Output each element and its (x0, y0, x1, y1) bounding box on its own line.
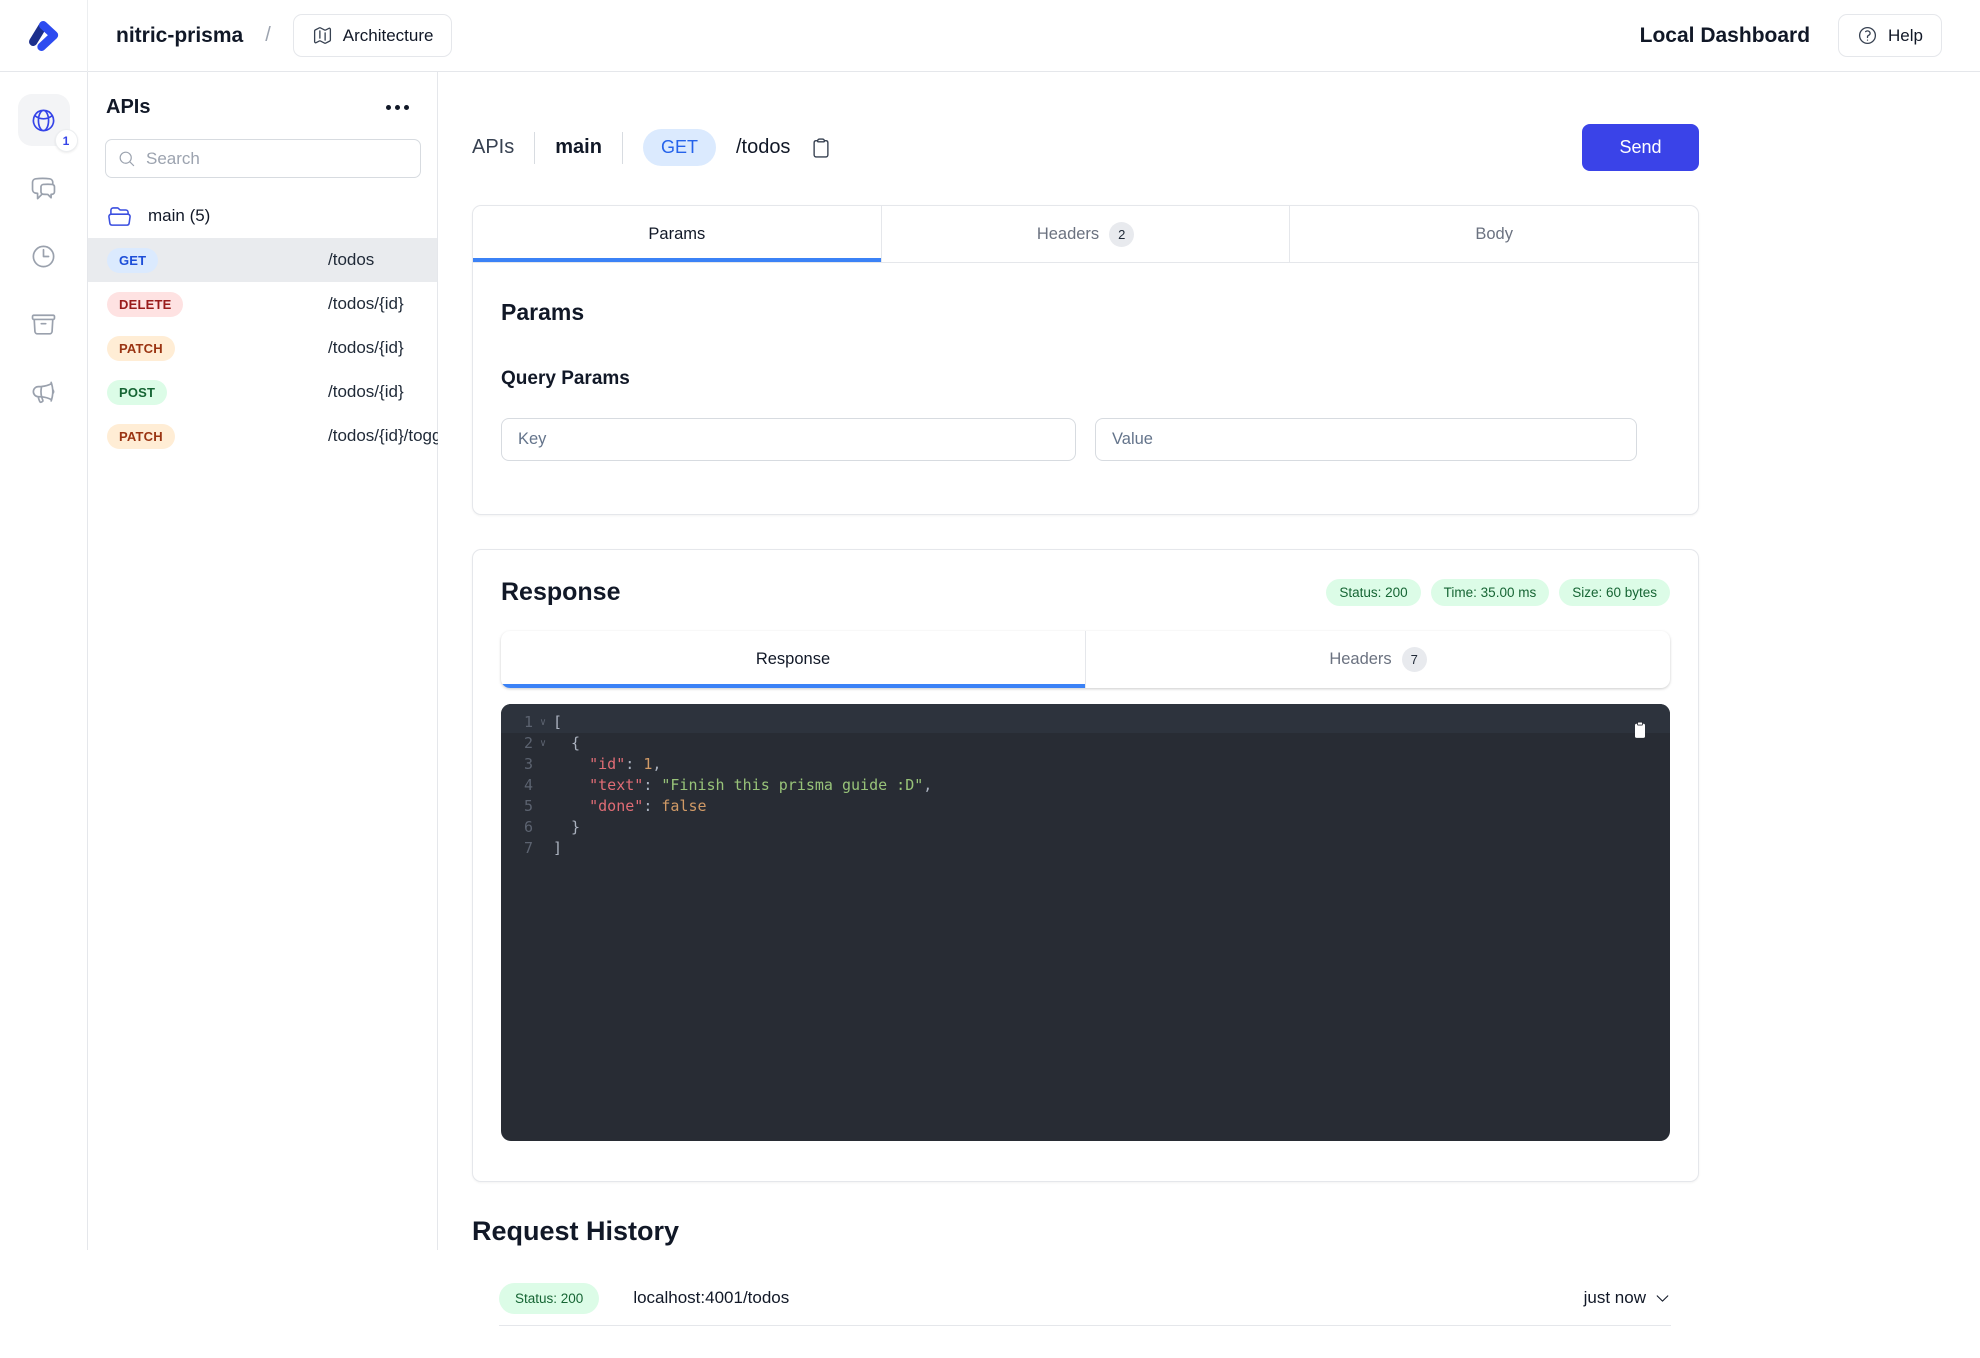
help-button[interactable]: Help (1838, 14, 1942, 57)
request-tabs: Params Headers 2 Body (473, 206, 1698, 263)
tab-label: Headers (1037, 225, 1099, 244)
rail-item-websockets[interactable] (18, 162, 70, 214)
endpoint-row[interactable]: POST /todos/{id} (88, 370, 437, 414)
apis-count-badge: 1 (55, 129, 78, 152)
chat-bubbles-icon (30, 175, 57, 202)
panel-menu-button[interactable] (380, 99, 415, 116)
apis-panel: APIs main (5) GET /todos DELETE /todos/{… (88, 72, 438, 1250)
response-code-block: 1∨[2∨ {3 "id": 1,4 "text": "Finish this … (501, 704, 1670, 1141)
request-history-heading: Request History (472, 1216, 1699, 1247)
rail-item-schedules[interactable] (18, 230, 70, 282)
status-badge: Time: 35.00 ms (1431, 579, 1550, 606)
endpoint-list: GET /todos DELETE /todos/{id} PATCH /tod… (88, 238, 437, 458)
search-icon (117, 149, 136, 168)
endpoint-row[interactable]: PATCH /todos/{id} (88, 326, 437, 370)
query-key-input[interactable] (501, 418, 1076, 461)
query-params-heading: Query Params (501, 368, 1670, 390)
send-button[interactable]: Send (1582, 124, 1699, 171)
megaphone-icon (30, 379, 57, 406)
status-badge: Status: 200 (1326, 579, 1420, 606)
endpoint-row[interactable]: GET /todos (88, 238, 437, 282)
chevron-down-icon (1654, 1290, 1671, 1307)
history-url: localhost:4001/todos (633, 1288, 1583, 1308)
endpoint-path: /todos/{id}/toggle (328, 426, 455, 446)
response-code: 1∨[2∨ {3 "id": 1,4 "text": "Finish this … (501, 704, 1670, 867)
history-row[interactable]: Status: 200 localhost:4001/todos just no… (499, 1271, 1671, 1326)
archive-box-icon (30, 311, 57, 338)
tab-label: Body (1475, 225, 1513, 244)
request-tab[interactable]: Params (473, 206, 881, 262)
folder-label: main (5) (148, 206, 210, 226)
top-bar: nitric-prisma / Architecture Local Dashb… (0, 0, 1980, 72)
copy-path-button[interactable] (810, 137, 832, 159)
architecture-button[interactable]: Architecture (293, 14, 453, 57)
request-card: Params Headers 2 Body Params Query Param… (472, 205, 1699, 515)
request-path: /todos (736, 136, 790, 159)
endpoint-row[interactable]: PATCH /todos/{id}/toggle (88, 414, 437, 458)
breadcrumb-separator: / (265, 24, 271, 47)
history-time[interactable]: just now (1584, 1288, 1671, 1308)
response-tabs: Response Headers 7 (501, 631, 1670, 688)
main-content: APIs main GET /todos Send Params Hea (438, 72, 1980, 1358)
status-badge: Size: 60 bytes (1559, 579, 1670, 606)
panel-title: APIs (106, 96, 150, 119)
dashboard-title: Local Dashboard (1640, 24, 1810, 48)
rail-item-storage[interactable] (18, 298, 70, 350)
endpoint-row[interactable]: DELETE /todos/{id} (88, 282, 437, 326)
search-input[interactable] (105, 139, 421, 178)
endpoint-path: /todos/{id} (328, 382, 404, 402)
project-name: nitric-prisma (116, 24, 243, 48)
breadcrumb-api: main (555, 136, 602, 159)
breadcrumb-root: APIs (472, 136, 514, 159)
response-card: Response Status: 200 Time: 35.00 ms Size: … (472, 549, 1699, 1182)
icon-rail: 1 (0, 72, 88, 1250)
query-value-input[interactable] (1095, 418, 1637, 461)
request-tab[interactable]: Headers 2 (881, 206, 1290, 262)
architecture-button-label: Architecture (343, 26, 434, 46)
response-status-badges: Status: 200 Time: 35.00 ms Size: 60 bytes (1326, 579, 1670, 606)
method-badge: DELETE (107, 292, 183, 317)
response-tab[interactable]: Headers 7 (1085, 631, 1670, 688)
method-badge: PATCH (107, 424, 175, 449)
tab-label: Response (756, 650, 830, 669)
ellipsis-icon (386, 105, 391, 110)
help-button-label: Help (1888, 26, 1923, 46)
endpoint-path: /todos/{id} (328, 338, 404, 358)
response-tab[interactable]: Response (501, 631, 1085, 688)
tab-count-badge: 2 (1109, 222, 1134, 247)
method-badge: POST (107, 380, 167, 405)
clipboard-copy-icon (1630, 720, 1650, 740)
nitric-logo-icon (24, 16, 64, 56)
response-heading: Response (501, 578, 1326, 607)
clipboard-icon (810, 137, 832, 159)
clock-icon (30, 243, 57, 270)
endpoint-path: /todos/{id} (328, 294, 404, 314)
tab-count-badge: 7 (1402, 647, 1427, 672)
method-badge: PATCH (107, 336, 175, 361)
map-icon (312, 25, 333, 46)
history-status-badge: Status: 200 (499, 1283, 599, 1314)
request-method-badge: GET (643, 129, 716, 166)
folder-icon (107, 204, 132, 229)
request-tab[interactable]: Body (1289, 206, 1698, 262)
method-badge: GET (107, 248, 158, 273)
tab-label: Params (648, 225, 705, 244)
request-history-list: Status: 200 localhost:4001/todos just no… (499, 1271, 1671, 1326)
rail-item-topics[interactable] (18, 366, 70, 418)
question-mark-icon (1857, 25, 1878, 46)
params-heading: Params (501, 299, 1670, 326)
copy-response-button[interactable] (1630, 720, 1650, 743)
tab-label: Headers (1329, 650, 1391, 669)
folder-main[interactable]: main (5) (88, 194, 437, 238)
rail-item-apis[interactable]: 1 (18, 94, 70, 146)
breadcrumb: APIs main GET /todos (472, 129, 1582, 166)
nitric-logo[interactable] (0, 0, 88, 72)
endpoint-path: /todos (328, 250, 374, 270)
globe-icon (30, 107, 57, 134)
